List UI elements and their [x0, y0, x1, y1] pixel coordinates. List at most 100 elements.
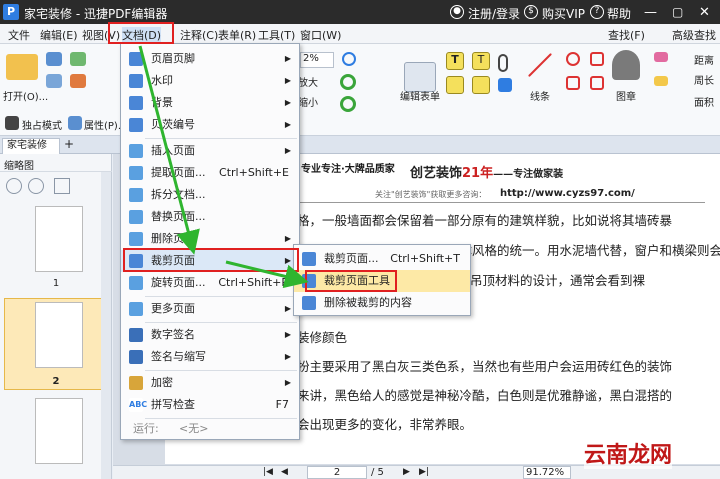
typewriter-icon[interactable]: T — [472, 52, 490, 70]
stamp-button[interactable]: 图章 — [616, 88, 636, 103]
menu-separator — [145, 322, 297, 323]
textbox-icon[interactable] — [446, 76, 464, 94]
menu-comment[interactable]: 注释(C) — [180, 27, 218, 43]
help-link[interactable]: 帮助 — [607, 5, 631, 22]
exclusive-mode-icon — [5, 116, 19, 130]
zoom-select[interactable]: 2% — [300, 52, 334, 68]
menu-item-watermark[interactable]: 水印 ▶ — [121, 70, 299, 92]
menu-item-insert-pages[interactable]: 插入页面 ▶ — [121, 140, 299, 162]
rotate-left-icon[interactable] — [340, 74, 356, 90]
page-thumbnail-2[interactable] — [35, 302, 83, 368]
menu-item-header-footer[interactable]: 页眉页脚 ▶ — [121, 48, 299, 70]
menu-item-encrypt[interactable]: 加密 ▶ — [121, 372, 299, 394]
page-header-title: 创艺装饰21年——专注做家装 — [410, 166, 564, 181]
buy-vip-link[interactable]: 购买VIP — [542, 5, 585, 22]
menu-item-digital-signature[interactable]: 数字签名 ▶ — [121, 324, 299, 346]
attachment-icon[interactable] — [498, 54, 508, 72]
user-icon: ● — [450, 5, 464, 19]
save-icon[interactable] — [46, 52, 62, 66]
lines-button[interactable]: 线条 — [530, 88, 550, 103]
open-button[interactable]: 打开(O)... — [3, 88, 48, 103]
line-icon[interactable] — [527, 52, 553, 78]
page-text-line-5: 扮主要采用了黑白灰三类色系，当然也有些用户会运用砖红色的装饰 — [297, 359, 673, 374]
menu-form[interactable]: 表单(R) — [218, 27, 256, 43]
sign-initials-icon — [129, 350, 143, 364]
add-tab-button[interactable]: + — [64, 137, 74, 151]
submenu-item-delete-cropped[interactable]: 删除被裁剪的内容 — [294, 292, 470, 314]
thumbnail-scrollbar[interactable] — [101, 172, 111, 479]
menu-item-rotate-pages[interactable]: 旋转页面... Ctrl+Shift+R — [121, 272, 299, 294]
next-page-icon[interactable]: ▶ — [403, 467, 410, 477]
menu-item-delete-pages[interactable]: 删除页面 ▶ — [121, 228, 299, 250]
thumb-rotate-icon[interactable] — [54, 178, 70, 194]
ribbon-toolbar: 打开(O)... 独占模式 属性(P)... 2% 放大 缩小 编辑表单 T T… — [0, 44, 720, 136]
title-bar: P 家宅装修 - 迅捷PDF编辑器 ● 注册/登录 $ 购买VIP ? 帮助 —… — [0, 0, 720, 24]
stamp-icon[interactable] — [612, 50, 640, 80]
menu-file[interactable]: 文件 — [8, 27, 30, 43]
rectangle-icon[interactable] — [566, 76, 580, 90]
first-page-icon[interactable]: |◀ — [263, 467, 273, 477]
text-tool-icon[interactable]: T — [446, 52, 464, 70]
eraser-icon[interactable] — [654, 52, 668, 62]
scan-icon[interactable] — [70, 74, 86, 88]
page-number-input[interactable]: 2 — [307, 466, 367, 479]
circle-icon[interactable] — [566, 52, 580, 66]
watermark-icon — [129, 74, 143, 88]
menu-item-extract-pages[interactable]: 提取页面... Ctrl+Shift+E — [121, 162, 299, 184]
submenu-arrow-icon: ▶ — [284, 76, 291, 85]
submenu-arrow-icon: ▶ — [284, 120, 291, 129]
find-button[interactable]: 查找(F) — [608, 27, 645, 43]
page-thumbnail-3[interactable] — [35, 398, 83, 464]
zoom-in-icon[interactable] — [342, 52, 356, 66]
document-tab[interactable]: 家宅装修 — [2, 138, 60, 154]
help-icon: ? — [590, 5, 604, 19]
spell-check-icon: ABC — [129, 398, 147, 412]
zoom-out-button[interactable]: 缩小 — [298, 94, 318, 109]
thumb-zoom-in-icon[interactable] — [28, 178, 44, 194]
maximize-icon[interactable]: ▢ — [672, 5, 683, 19]
close-icon[interactable]: ✕ — [699, 5, 710, 20]
header-divider — [285, 202, 705, 203]
menu-item-background[interactable]: 背景 ▶ — [121, 92, 299, 114]
digital-signature-icon — [129, 328, 143, 342]
menu-item-bates-number[interactable]: 贝茨编号 ▶ — [121, 114, 299, 136]
edit-form-button[interactable]: 编辑表单 — [400, 88, 440, 103]
sound-icon[interactable] — [498, 78, 512, 92]
delete-cropped-icon — [302, 296, 316, 310]
menu-item-split-document[interactable]: 拆分文档... — [121, 184, 299, 206]
advanced-find-button[interactable]: 高级查找 — [672, 27, 716, 43]
menu-tools[interactable]: 工具(T) — [258, 27, 295, 43]
menu-item-spell-check[interactable]: ABC 拼写检查 F7 — [121, 394, 299, 416]
cloud-icon[interactable] — [590, 76, 604, 90]
submenu-item-crop-pages[interactable]: 裁剪页面... Ctrl+Shift+T — [294, 248, 470, 270]
highlighter-icon[interactable] — [654, 76, 668, 86]
menu-item-replace-pages[interactable]: 替换页面... — [121, 206, 299, 228]
minimize-icon[interactable]: — — [644, 5, 657, 20]
open-folder-icon[interactable] — [6, 54, 38, 80]
print-icon[interactable] — [46, 74, 62, 88]
distance-button[interactable]: 距离 — [694, 52, 714, 67]
rotate-right-icon[interactable] — [340, 96, 356, 112]
exclusive-mode-button[interactable]: 独占模式 — [22, 117, 62, 132]
thumb-zoom-out-icon[interactable] — [6, 178, 22, 194]
highlight-crop-pages-item — [123, 248, 299, 272]
menu-edit[interactable]: 编辑(E) — [40, 27, 78, 43]
page-thumbnail-1[interactable] — [35, 206, 83, 272]
note-icon[interactable] — [472, 76, 490, 94]
register-login-link[interactable]: 注册/登录 — [468, 5, 520, 22]
properties-icon — [68, 116, 82, 130]
polygon-icon[interactable] — [590, 52, 604, 66]
zoom-level-select[interactable]: 91.72% — [523, 466, 571, 479]
prev-page-icon[interactable]: ◀ — [281, 467, 288, 477]
submenu-arrow-icon: ▶ — [284, 378, 291, 387]
menu-item-sign-initials[interactable]: 签名与缩写 ▶ — [121, 346, 299, 368]
area-button[interactable]: 面积 — [694, 94, 714, 109]
menu-window[interactable]: 窗口(W) — [300, 27, 341, 43]
email-icon[interactable] — [70, 52, 86, 66]
submenu-arrow-icon: ▶ — [284, 330, 291, 339]
zoom-in-button[interactable]: 放大 — [298, 74, 318, 89]
last-page-icon[interactable]: ▶| — [419, 467, 429, 477]
perimeter-button[interactable]: 周长 — [694, 72, 714, 87]
attention-text: 关注"创艺装饰"获取更多咨询： — [375, 190, 487, 199]
menu-item-more-pages[interactable]: 更多页面 ▶ — [121, 298, 299, 320]
